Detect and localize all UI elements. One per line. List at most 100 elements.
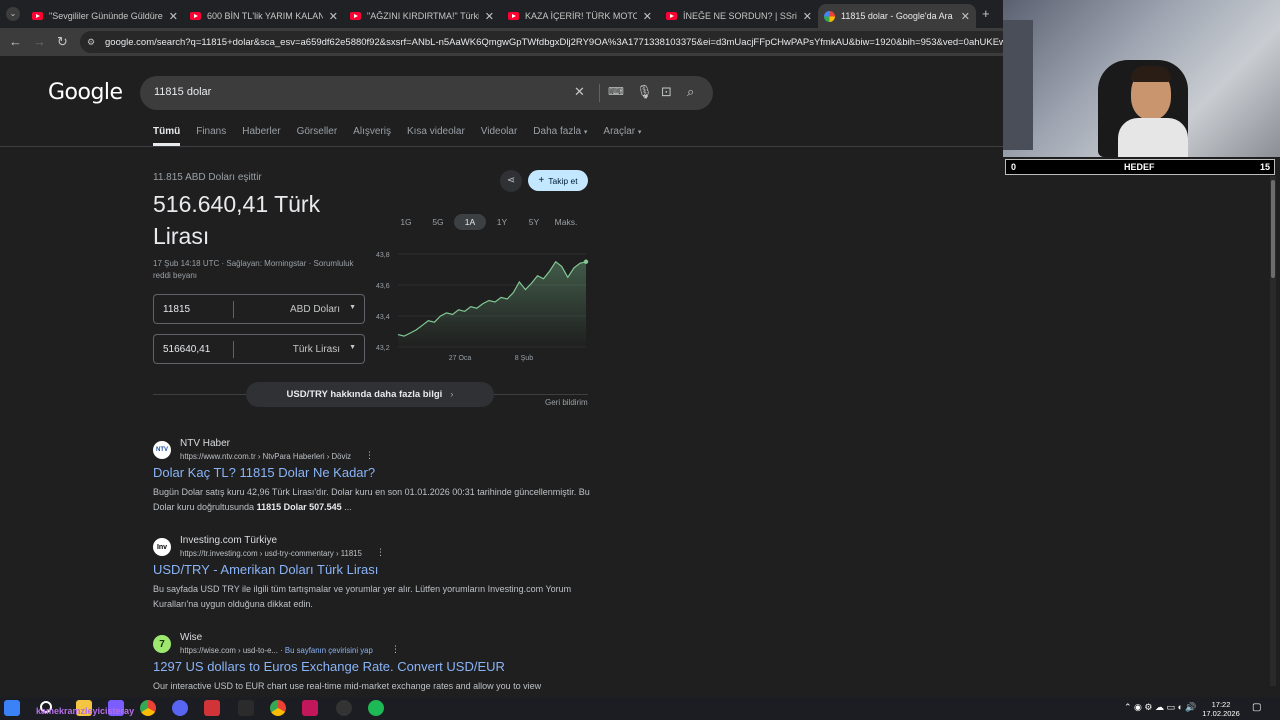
caret-down-icon: ▾ [637,129,642,136]
result-cite: https://wise.com › usd-to-e... · Bu sayf… [180,646,373,655]
follow-button[interactable]: + Takip et [528,170,588,191]
youtube-icon [350,12,361,20]
from-currency-select[interactable]: ABD Doları [290,304,340,315]
close-icon[interactable]: ✕ [643,10,652,23]
url-text: google.com/search?q=11815+dolar&sca_esv=… [105,36,1003,48]
overlay-background [1003,176,1280,697]
shield-icon[interactable] [204,700,220,716]
shelf [1003,20,1033,150]
tab-search-button[interactable]: ⌄ [6,7,20,21]
address-toolbar: google.com/search?q=11815+dolar&sca_esv=… [0,28,1003,56]
taskbar-clock[interactable]: 17:22 17.02.2026 [1196,700,1246,718]
google-logo[interactable]: Google [48,80,123,105]
converter-equals-label: 11.815 ABD Doları eşittir [153,172,262,183]
youtube-icon [32,12,43,20]
translate-link[interactable]: Bu sayfanın çevirisini yap [285,646,373,655]
site-info-icon[interactable]: ⚙ [87,37,95,48]
scrollbar-thumb[interactable] [1271,180,1275,278]
share-icon[interactable]: ⋖ [500,170,522,192]
ntv-favicon: NTV [153,441,171,459]
range-max[interactable]: Maks. [550,214,582,230]
from-amount-field[interactable]: 11815 ABD Doları ▼ [153,294,365,324]
streamer-hair [1131,66,1171,82]
filter-images[interactable]: Görseller [297,126,338,146]
filter-shopping[interactable]: Alışveriş [353,126,391,146]
chart-range-selector: 1G 5G 1A 1Y 5Y Maks. [390,214,582,230]
new-tab-button[interactable]: + [982,6,990,21]
range-1m[interactable]: 1A [454,214,486,230]
reload-button[interactable]: ↻ [57,34,68,50]
range-5d[interactable]: 5G [422,214,454,230]
exchange-rate-chart[interactable]: 43,8 43,6 43,4 43,2 27 Oca 8 Şub [370,246,592,368]
result-title-link[interactable]: 1297 US dollars to Euros Exchange Rate. … [153,659,505,674]
microphone-icon[interactable]: 🎙 [636,84,653,100]
browser-tab[interactable]: 600 BİN TL'lik YARIM KALAN İŞİ ✕ [184,4,344,28]
chart-area [398,261,586,347]
more-info-label: USD/TRY hakkında daha fazla bilgi [286,389,443,400]
kick-icon[interactable] [238,700,254,716]
webcam-feed [1003,0,1280,157]
close-icon[interactable]: ✕ [961,10,970,23]
filter-news[interactable]: Haberler [242,126,280,146]
filter-short-videos[interactable]: Kısa videolar [407,126,465,146]
keyboard-icon[interactable]: ⌨ [608,85,624,98]
clock-date: 17.02.2026 [1202,709,1240,718]
filter-tools[interactable]: Araçlar ▾ [603,126,641,146]
discord-icon[interactable] [172,700,188,716]
to-currency-select[interactable]: Türk Lirası [293,344,340,355]
chrome-icon[interactable] [140,700,156,716]
search-input[interactable]: 11815 dolar [154,86,211,98]
filter-finance[interactable]: Finans [196,126,226,146]
back-button[interactable]: ← [9,34,22,49]
more-vert-icon[interactable]: ⋮ [391,644,400,655]
close-icon[interactable]: ✕ [803,10,812,23]
more-vert-icon[interactable]: ⋮ [376,547,385,558]
filter-videos[interactable]: Videolar [481,126,518,146]
search-box[interactable]: 11815 dolar ✕ ⌨ 🎙 ⊡ ⌕ [140,76,713,110]
cite-url: https://wise.com › usd-to-e... [180,646,278,655]
close-icon[interactable]: ✕ [329,10,338,23]
feedback-link[interactable]: Geri bildirim [545,398,588,407]
spotify-icon[interactable] [368,700,384,716]
camera-lens-icon[interactable]: ⊡ [661,84,672,100]
result-snippet: Our interactive USD to EUR chart use rea… [153,681,542,691]
youtube-icon [190,12,201,20]
browser-tab[interactable]: İNEĞE NE SORDUN? | SSriders ✕ [660,4,818,28]
range-5y[interactable]: 5Y [518,214,550,230]
filter-all[interactable]: Tümü [153,126,181,146]
obs-icon[interactable] [336,700,352,716]
result-title-link[interactable]: Dolar Kaç TL? 11815 Dolar Ne Kadar? [153,465,375,480]
result-title-link[interactable]: USD/TRY - Amerikan Doları Türk Lirası [153,562,378,577]
to-amount-input[interactable]: 516640,41 [163,344,210,355]
forward-button[interactable]: → [33,34,46,49]
from-amount-input[interactable]: 11815 [163,304,190,315]
snippet-bold: 11815 Dolar 507.545 [256,502,342,512]
range-1y[interactable]: 1Y [486,214,518,230]
y-tick-label: 43,4 [376,314,390,321]
notification-icon[interactable]: ▢ [1252,702,1261,713]
range-1d[interactable]: 1G [390,214,422,230]
divider [599,84,600,102]
clock-time: 17:22 [1211,700,1231,709]
address-bar[interactable]: google.com/search?q=11815+dolar&sca_esv=… [80,31,1003,53]
chrome-active-icon[interactable] [270,700,286,716]
browser-tab-active[interactable]: 11815 dolar - Google'da Ara ✕ [818,4,976,28]
x-app-icon[interactable] [302,700,318,716]
to-amount-field[interactable]: 516640,41 Türk Lirası ▼ [153,334,365,364]
clear-icon[interactable]: ✕ [574,84,585,100]
start-icon[interactable] [4,700,20,716]
close-icon[interactable]: ✕ [169,10,178,23]
search-icon[interactable]: ⌕ [687,84,694,100]
browser-tab[interactable]: "AĞZINI KIRDIRTMA!" Türkiye ✕ [344,4,500,28]
more-info-button[interactable]: USD/TRY hakkında daha fazla bilgi › [246,382,494,407]
filter-more[interactable]: Daha fazla ▾ [533,126,587,146]
goal-overlay: 0 HEDEF 15 [1005,159,1275,175]
close-icon[interactable]: ✕ [485,10,494,23]
browser-tab[interactable]: "Sevgililer Gününde Güldüren İl ✕ [26,4,184,28]
search-results-page: Google 11815 dolar ✕ ⌨ 🎙 ⊡ ⌕ Tümü Finans… [0,56,1003,697]
divider [494,394,588,395]
more-vert-icon[interactable]: ⋮ [365,450,374,461]
y-tick-label: 43,6 [376,283,390,290]
system-tray-icons[interactable]: ⌃ ◉ ⚙ ☁ ▭ ◐ 🔊 [1124,702,1197,713]
browser-tab[interactable]: KAZA İÇERİR! TÜRK MOTORCU ✕ [502,4,658,28]
